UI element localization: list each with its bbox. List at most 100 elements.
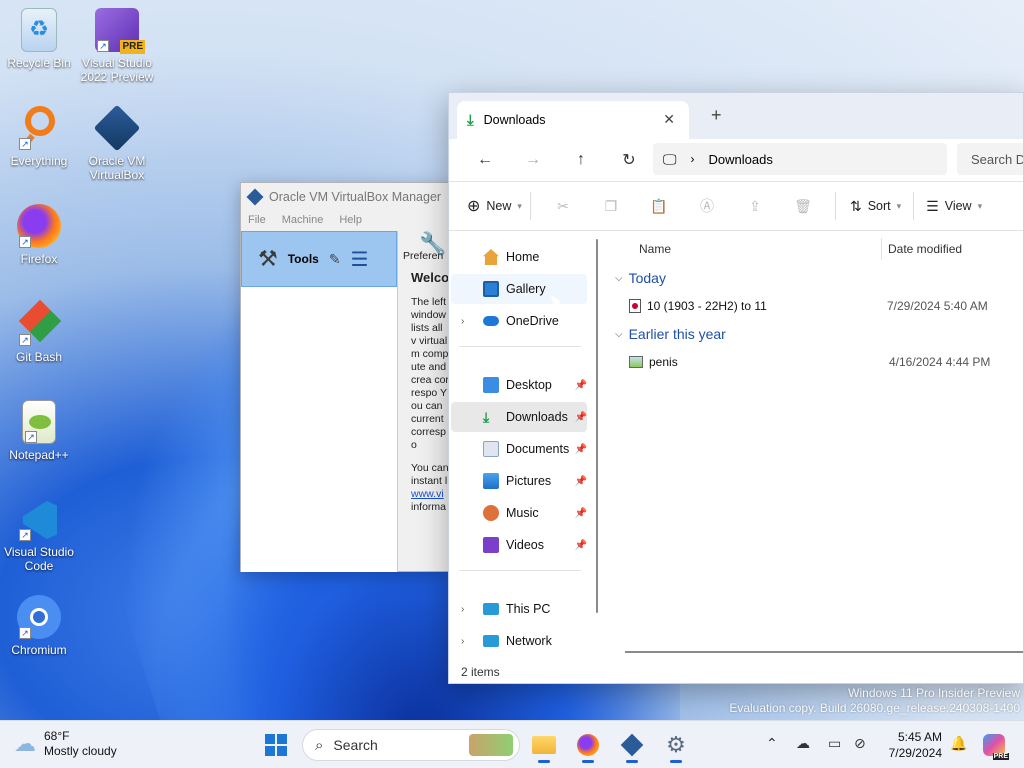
file-explorer-window[interactable]: ⤓ Downloads ✕ + ← → ↑ ↻ 🖵 › Downloads Se… xyxy=(448,92,1024,684)
onedrive-offline-icon[interactable]: ☁ xyxy=(796,735,810,752)
file-row[interactable]: 10 (1903 - 22H2) to 11 7/29/2024 5:40 AM xyxy=(607,292,1023,320)
list-menu-icon[interactable]: ☰ xyxy=(351,247,369,272)
file-row[interactable]: penis 4/16/2024 4:44 PM xyxy=(607,348,1023,376)
nav-label: OneDrive xyxy=(506,314,559,328)
preferences-icon[interactable]: 🔧 xyxy=(419,233,451,255)
recycle-bin-icon: ♻ xyxy=(21,8,57,52)
nav-scrollbar[interactable] xyxy=(596,239,598,613)
copilot-icon: PRE xyxy=(983,734,1009,760)
system-clock[interactable]: 5:45 AM 7/29/2024 xyxy=(876,729,942,761)
vbox-tools-item[interactable]: ⚒ Tools ✎ ☰ xyxy=(241,231,397,287)
delete-icon[interactable]: 🗑 xyxy=(779,198,827,215)
pin-icon[interactable]: 📌 xyxy=(575,508,587,519)
nav-item-onedrive[interactable]: › OneDrive xyxy=(451,306,587,336)
cut-icon[interactable]: ✂ xyxy=(539,198,587,215)
new-button[interactable]: ⊕ New ▾ xyxy=(467,196,522,216)
group-label: Earlier this year xyxy=(628,326,726,342)
notepad-plus-plus-icon: ↗ xyxy=(22,400,56,444)
forward-arrow-icon[interactable]: → xyxy=(509,144,557,176)
nav-item-music[interactable]: Music 📌 xyxy=(451,498,587,528)
nav-item-downloads[interactable]: ⤓ Downloads 📌 xyxy=(451,402,587,432)
chevron-down-icon: ⌵ xyxy=(615,328,623,340)
taskbar-search[interactable]: ⌕ Search xyxy=(302,729,520,761)
content-scrollbar[interactable] xyxy=(625,651,1023,653)
sort-label: Sort xyxy=(867,199,891,213)
nav-item-documents[interactable]: Documents 📌 xyxy=(451,434,587,464)
search-box[interactable]: Search D xyxy=(957,143,1023,175)
start-button[interactable] xyxy=(258,729,294,761)
nav-item-desktop[interactable]: Desktop 📌 xyxy=(451,370,587,400)
music-icon xyxy=(483,505,499,521)
taskbar-firefox[interactable] xyxy=(570,729,606,763)
taskbar-file-explorer[interactable] xyxy=(526,729,562,763)
chevron-right-icon[interactable]: › xyxy=(461,636,464,647)
pin-icon[interactable]: 📌 xyxy=(575,444,587,455)
shortcut-arrow-icon: ↗ xyxy=(19,236,31,248)
sort-button[interactable]: ⇅ Sort ▾ xyxy=(850,198,901,215)
pin-icon[interactable]: ✎ xyxy=(329,251,341,268)
paste-icon[interactable]: 📋 xyxy=(635,198,683,215)
vbox-machine-list[interactable]: ⚒ Tools ✎ ☰ xyxy=(241,231,398,572)
address-bar[interactable]: 🖵 › Downloads xyxy=(653,143,947,175)
file-date: 4/16/2024 4:44 PM xyxy=(889,355,991,369)
group-header-today[interactable]: ⌵ Today xyxy=(607,264,1023,292)
desktop-icon-virtualbox[interactable]: Oracle VM VirtualBox xyxy=(78,104,156,182)
chevron-up-icon[interactable]: ⌃ xyxy=(766,735,778,752)
weather-description: Mostly cloudy xyxy=(44,744,117,758)
desktop-icon-vscode[interactable]: ↗ Visual Studio Code xyxy=(0,497,78,573)
nav-item-network[interactable]: › Network xyxy=(451,626,587,656)
pin-icon[interactable]: 📌 xyxy=(575,380,587,391)
tab-title: Downloads xyxy=(483,113,546,127)
notification-bell-icon[interactable]: 🔔 xyxy=(950,735,967,752)
rename-icon[interactable]: Ⓐ xyxy=(683,196,731,216)
view-button[interactable]: ☰ View ▾ xyxy=(926,198,982,215)
nav-item-videos[interactable]: Videos 📌 xyxy=(451,530,587,560)
menu-machine[interactable]: Machine xyxy=(282,214,324,226)
menu-file[interactable]: File xyxy=(248,214,266,226)
taskbar-virtualbox[interactable] xyxy=(614,729,650,763)
weather-widget[interactable]: ☁ 68°F Mostly cloudy xyxy=(14,729,117,759)
column-header-name[interactable]: Name xyxy=(607,242,881,256)
column-header-date[interactable]: Date modified xyxy=(882,242,962,256)
pin-icon[interactable]: 📌 xyxy=(575,476,587,487)
pin-icon[interactable]: 📌 xyxy=(575,412,587,423)
new-tab-icon[interactable]: + xyxy=(711,105,722,126)
network-status-icon[interactable]: ⊘ xyxy=(854,735,866,752)
view-label: View xyxy=(944,199,972,213)
tools-label: Tools xyxy=(287,252,319,266)
back-arrow-icon[interactable]: ← xyxy=(461,144,509,176)
desktop-icon-everything[interactable]: ↗ Everything xyxy=(0,106,78,168)
desktop-icon-visual-studio[interactable]: PRE ↗ Visual Studio 2022 Preview xyxy=(78,8,156,84)
cloudy-weather-icon: ☁ xyxy=(14,731,36,756)
desktop-icon-recycle-bin[interactable]: ♻ Recycle Bin xyxy=(0,8,78,70)
nav-item-this-pc[interactable]: › This PC xyxy=(451,594,587,624)
copilot-button[interactable]: PRE xyxy=(976,729,1012,761)
nav-label: Pictures xyxy=(506,474,552,488)
nav-item-gallery[interactable]: Gallery xyxy=(451,274,587,304)
chevron-right-icon[interactable]: › xyxy=(461,604,464,615)
up-arrow-icon[interactable]: ↑ xyxy=(557,144,605,176)
copy-icon[interactable]: ❐ xyxy=(587,198,635,215)
nav-item-pictures[interactable]: Pictures 📌 xyxy=(451,466,587,496)
nav-label: Network xyxy=(506,634,552,648)
taskbar-settings[interactable]: ⚙ xyxy=(658,729,694,763)
desktop-icon-git-bash[interactable]: ↗ Git Bash xyxy=(0,299,78,364)
nav-item-home[interactable]: Home xyxy=(451,242,587,272)
tab-downloads[interactable]: ⤓ Downloads ✕ xyxy=(457,101,689,139)
menu-help[interactable]: Help xyxy=(339,214,362,226)
desktop-icon-firefox[interactable]: ↗ Firefox xyxy=(0,204,78,266)
pin-icon[interactable]: 📌 xyxy=(575,540,587,551)
virtualbox-manager-window[interactable]: Oracle VM VirtualBox Manager File Machin… xyxy=(240,182,450,572)
display-icon[interactable]: ▭ xyxy=(828,735,841,752)
desktop-icon-notepad-plus-plus[interactable]: ↗ Notepad++ xyxy=(0,400,78,462)
welcome-link[interactable]: www.vi xyxy=(411,488,451,501)
share-icon[interactable]: ⇪ xyxy=(731,198,779,215)
download-arrow-icon: ⤓ xyxy=(483,408,490,425)
file-name: 10 (1903 - 22H2) to 11 xyxy=(647,299,767,313)
vbox-titlebar[interactable]: Oracle VM VirtualBox Manager xyxy=(241,183,449,211)
refresh-icon[interactable]: ↻ xyxy=(605,144,653,176)
desktop-icon-chromium[interactable]: ↗ Chromium xyxy=(0,595,78,657)
close-tab-icon[interactable]: ✕ xyxy=(663,111,675,128)
group-header-earlier-this-year[interactable]: ⌵ Earlier this year xyxy=(607,320,1023,348)
chevron-right-icon[interactable]: › xyxy=(461,316,464,327)
